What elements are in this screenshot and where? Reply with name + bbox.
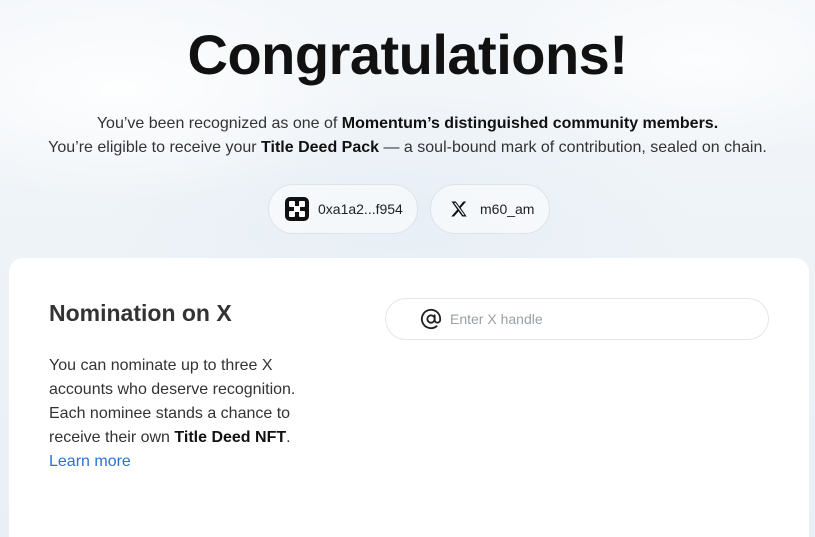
subtitle-line-2: You’re eligible to receive your Title De… — [0, 138, 815, 158]
wallet-icon — [285, 197, 309, 221]
nomination-card: Nomination on X You can nominate up to t… — [9, 258, 809, 537]
x-handle-field[interactable] — [385, 298, 769, 340]
subtitle-line-1-text: You’ve been recognized as one of — [96, 115, 342, 132]
nomination-desc-line-1: You can nominate up to three X accounts … — [49, 357, 296, 398]
subtitle-line-2-highlight: Title Deed Pack — [261, 139, 380, 156]
nomination-description: You can nominate up to three X accounts … — [49, 354, 299, 474]
x-handle-input[interactable] — [450, 311, 730, 327]
account-chips: 0xa1a2...f954 m60_am — [268, 184, 550, 234]
x-logo-icon — [451, 201, 467, 217]
wallet-chip[interactable]: 0xa1a2...f954 — [268, 184, 418, 234]
at-sign-icon — [420, 308, 442, 329]
subtitle-line-1-highlight: Momentum’s distinguished community membe… — [341, 115, 719, 132]
x-account-chip[interactable]: m60_am — [430, 184, 550, 234]
wallet-address: 0xa1a2...f954 — [318, 201, 403, 217]
page-title: Congratulations! — [187, 23, 628, 86]
subtitle-line-1: You’ve been recognized as one of Momentu… — [0, 114, 815, 134]
subtitle-line-2-suffix: — a soul-bound mark of contribution, sea… — [379, 139, 767, 156]
learn-more-link[interactable]: Learn more — [49, 453, 131, 470]
subtitle-line-2-text: You’re eligible to receive your — [48, 139, 262, 156]
nomination-desc-line-2: Each nominee stands a chance to receive … — [49, 402, 299, 450]
nomination-title: Nomination on X — [49, 300, 232, 326]
x-handle: m60_am — [480, 201, 535, 217]
nomination-desc-period: . — [286, 429, 291, 446]
nomination-desc-highlight: Title Deed NFT — [174, 429, 287, 446]
